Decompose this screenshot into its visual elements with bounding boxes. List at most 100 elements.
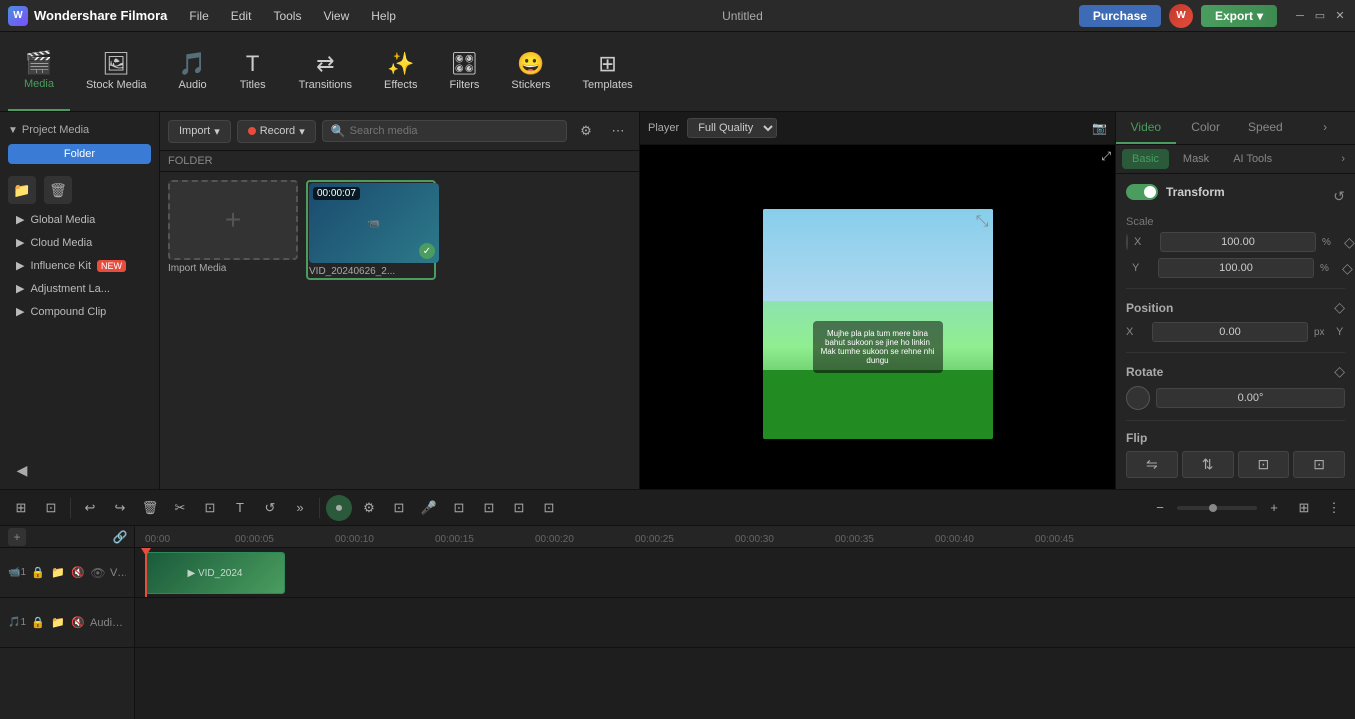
scale-y-reset-icon[interactable]: ◇ [1342,260,1353,277]
purchase-button[interactable]: Purchase [1079,5,1161,27]
scale-y-input[interactable]: 100.00 [1158,258,1314,278]
transform-reset-icon[interactable]: ↺ [1333,188,1345,205]
audio-track-lock-icon[interactable]: 🔒 [30,615,46,631]
menu-tools[interactable]: Tools [263,5,311,27]
add-track-button[interactable]: + [8,528,26,546]
timeline-tracks-area[interactable]: 00:00 00:00:05 00:00:10 00:00:15 00:00:2… [135,526,1355,719]
tab-video[interactable]: Video [1116,112,1176,144]
layout-icon[interactable]: ⊡ [446,495,472,521]
tool-media[interactable]: 🎬 Media [8,32,70,111]
rotate-input[interactable]: 0.00° [1156,388,1345,408]
scale-x-reset-icon[interactable]: ◇ [1344,234,1355,251]
crop-button[interactable]: ⊡ [197,495,223,521]
shield-icon[interactable]: ⊡ [386,495,412,521]
tool-stock-media[interactable]: 🖼 Stock Media [70,32,163,111]
flip-v-btn2[interactable]: ⊡ [1293,451,1345,478]
tab-more[interactable]: › [1295,112,1355,144]
transform-toggle[interactable] [1126,184,1158,200]
rotate-btn[interactable]: ↺ [257,495,283,521]
effects-tl-icon[interactable]: ⊡ [476,495,502,521]
sidebar-item-cloud-media[interactable]: ▶ Cloud Media [0,231,159,254]
audio-track-mute-icon[interactable]: 🔇 [70,615,86,631]
split-button[interactable]: ✂ [167,495,193,521]
tool-templates[interactable]: ⊞ Templates [567,32,649,111]
track-mute-icon[interactable]: 🔇 [70,565,86,581]
menu-file[interactable]: File [179,5,218,27]
tool-transitions[interactable]: ⇄ Transitions [283,32,368,111]
filter-icon[interactable]: ⚙ [573,118,599,144]
import-button[interactable]: Import ▾ [168,120,231,143]
rotate-reset-icon[interactable]: ◇ [1334,363,1345,380]
preview-mode-icon[interactable]: 📷 [1092,121,1107,135]
sub-tab-basic[interactable]: Basic [1122,149,1169,169]
menu-help[interactable]: Help [361,5,406,27]
playhead[interactable] [145,548,147,597]
grid-icon[interactable]: ⊞ [1291,495,1317,521]
audio-track-row[interactable] [135,598,1355,648]
track-visibility-icon[interactable]: 👁 [90,565,106,581]
zoom-in-button[interactable]: + [1261,495,1287,521]
maximize-button[interactable]: ▭ [1313,9,1327,23]
undo-button[interactable]: ↩ [77,495,103,521]
more-tools[interactable]: » [287,495,313,521]
sub-tab-ai-tools[interactable]: AI Tools [1223,149,1282,169]
sidebar-project-media[interactable]: ▼ Project Media [0,120,159,140]
track-folder-icon[interactable]: 📁 [50,565,66,581]
tool-audio[interactable]: 🎵 Audio [163,32,223,111]
track-lock-icon[interactable]: 🔒 [30,565,46,581]
text-button[interactable]: T [227,495,253,521]
sidebar-item-influence-kit[interactable]: ▶ Influence Kit NEW [0,254,159,277]
media-item-vid1[interactable]: 📹 00:00:07 ✓ VID_20240626_2... [306,180,436,280]
sub-tab-more[interactable]: › [1337,149,1349,169]
video-track-row[interactable]: ▶ VID_2024 [135,548,1355,598]
menu-view[interactable]: View [313,5,359,27]
close-button[interactable]: ✕ [1333,9,1347,23]
tab-color[interactable]: Color [1176,112,1236,144]
import-thumb[interactable]: + [168,180,298,260]
redo-button[interactable]: ↪ [107,495,133,521]
add-folder-icon[interactable]: 📁 [8,176,36,204]
audio-stretch-icon[interactable]: ⊡ [38,495,64,521]
position-reset-icon[interactable]: ◇ [1334,299,1345,316]
tool-stickers[interactable]: 😀 Stickers [495,32,566,111]
sub-tab-mask[interactable]: Mask [1173,149,1219,169]
more-icon[interactable]: ⋯ [605,118,631,144]
menu-edit[interactable]: Edit [221,5,262,27]
quality-select[interactable]: Full Quality [687,118,777,138]
zoom-track[interactable] [1177,506,1257,510]
link-icon[interactable]: 🔗 [106,528,134,546]
pos-x-input[interactable]: 0.00 [1152,322,1308,342]
expand-preview-icon[interactable]: ⤢ [1101,149,1111,164]
expand-icon[interactable]: ⤡ [976,213,989,231]
collapse-icon[interactable]: ◀ [8,456,36,484]
delete-icon[interactable]: 🗑 [44,176,72,204]
flip-h-btn2[interactable]: ⊡ [1238,451,1290,478]
scene-detect-icon[interactable]: ⊞ [8,495,34,521]
mic-icon[interactable]: 🎤 [416,495,442,521]
settings-icon[interactable]: ⚙ [356,495,382,521]
video-clip-1[interactable]: ▶ VID_2024 [145,552,285,594]
flip-horizontal-button[interactable]: ⇋ [1126,451,1178,478]
zoom-thumb[interactable] [1209,504,1217,512]
tab-speed[interactable]: Speed [1236,112,1296,144]
search-input[interactable] [350,125,558,137]
sidebar-item-adjustment[interactable]: ▶ Adjustment La... [0,277,159,300]
tool-effects[interactable]: ✨ Effects [368,32,433,111]
record-button[interactable]: Record ▾ [237,120,316,143]
record-tl-button[interactable]: ⏺ [326,495,352,521]
flip-vertical-button[interactable]: ⇅ [1182,451,1234,478]
folder-button[interactable]: Folder [8,144,151,164]
tool-filters[interactable]: 🎛 Filters [433,32,495,111]
more-options-icon[interactable]: ⋮ [1321,495,1347,521]
scale-x-input[interactable]: 100.00 [1160,232,1316,252]
sidebar-item-compound-clip[interactable]: ▶ Compound Clip [0,300,159,323]
minimize-button[interactable]: ─ [1293,9,1307,23]
zoom-out-button[interactable]: − [1147,495,1173,521]
rotate-dial[interactable] [1126,386,1150,410]
text-tl-icon[interactable]: ⊡ [506,495,532,521]
audio-track-folder-icon[interactable]: 📁 [50,615,66,631]
sidebar-item-global-media[interactable]: ▶ Global Media [0,208,159,231]
delete-button[interactable]: 🗑 [137,495,163,521]
zoom-in-icon[interactable]: ⊡ [536,495,562,521]
export-button[interactable]: Export ▾ [1201,5,1277,27]
